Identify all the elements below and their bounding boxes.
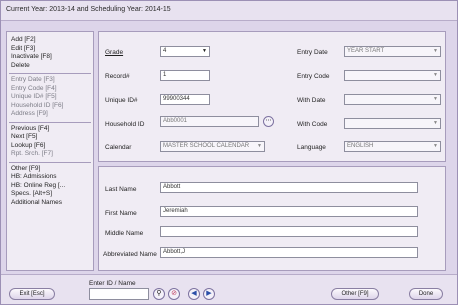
other-button[interactable]: Other [F9] bbox=[331, 288, 379, 300]
clear-search-icon[interactable]: ⊘ bbox=[168, 288, 180, 300]
chevron-down-icon: ▼ bbox=[433, 72, 438, 78]
sidebar-item-next[interactable]: Next [F5] bbox=[9, 133, 91, 142]
chevron-down-icon: ▼ bbox=[433, 143, 438, 149]
sidebar-item-add[interactable]: Add [F2] bbox=[9, 36, 91, 45]
exit-button[interactable]: Exit [Esc] bbox=[9, 288, 55, 300]
sidebar-item-hb-admissions[interactable]: HB: Admissions bbox=[9, 173, 91, 182]
entry-date-select[interactable]: YEAR START ▼ bbox=[344, 46, 441, 57]
record-label: Record# bbox=[105, 73, 130, 80]
window-footer: Exit [Esc] Enter ID / Name ⚲ ⊘ ◀ ▶ Other… bbox=[1, 274, 457, 304]
names-panel: Last Name Abbott First Name Jeremiah Mid… bbox=[98, 166, 446, 271]
middle-name-label: Middle Name bbox=[105, 230, 144, 237]
unique-id-label: Unique ID# bbox=[105, 97, 138, 104]
record-field[interactable]: 1 bbox=[160, 70, 210, 81]
chevron-down-icon: ▼ bbox=[202, 48, 207, 54]
sidebar-item-other[interactable]: Other [F9] bbox=[9, 165, 91, 174]
household-id-field[interactable]: Abb0001 bbox=[160, 116, 259, 127]
action-sidebar: Add [F2] Edit [F3] Inactivate [F8] Delet… bbox=[6, 31, 94, 271]
sidebar-item-lookup[interactable]: Lookup [F6] bbox=[9, 142, 91, 151]
sidebar-item-rpt-search: Rpt. Srch. [F7] bbox=[11, 150, 53, 157]
sidebar-item-household-id: Household ID [F6] bbox=[11, 101, 64, 109]
sidebar-item-inactivate[interactable]: Inactivate [F8] bbox=[9, 53, 91, 62]
calendar-label: Calendar bbox=[105, 144, 132, 151]
first-name-field[interactable]: Jeremiah bbox=[160, 206, 418, 217]
more-options-icon[interactable]: ⋯ bbox=[263, 116, 274, 127]
entry-date-label: Entry Date bbox=[297, 49, 328, 56]
enrollment-panel: Grade 4 ▼ Record# 1 Unique ID# 99900344 … bbox=[98, 31, 446, 162]
year-status-text: Current Year: 2013-14 and Scheduling Yea… bbox=[6, 6, 171, 13]
sidebar-item-additional-names[interactable]: Additional Names bbox=[9, 199, 91, 208]
grade-select[interactable]: 4 ▼ bbox=[160, 46, 210, 57]
language-label: Language bbox=[297, 144, 326, 151]
previous-record-icon[interactable]: ◀ bbox=[188, 288, 200, 300]
sidebar-group-navigation: Previous [F4] Next [F5] Lookup [F6] Rpt.… bbox=[9, 123, 91, 163]
window-header: Current Year: 2013-14 and Scheduling Yea… bbox=[1, 1, 457, 21]
language-select[interactable]: ENGLISH ▼ bbox=[344, 141, 441, 152]
sidebar-item-specs[interactable]: Specs. [Alt+S] bbox=[9, 190, 91, 199]
enter-id-label: Enter ID / Name bbox=[89, 280, 136, 287]
sidebar-item-edit[interactable]: Edit [F3] bbox=[9, 45, 91, 54]
with-date-select[interactable]: ▼ bbox=[344, 94, 441, 105]
unique-id-field[interactable]: 99900344 bbox=[160, 94, 210, 105]
grade-label: Grade bbox=[105, 49, 124, 56]
abbreviated-name-field[interactable]: Abbott,J bbox=[160, 247, 418, 258]
middle-name-field[interactable] bbox=[160, 226, 418, 237]
sidebar-group-other: Other [F9] HB: Admissions HB: Online Reg… bbox=[9, 163, 91, 211]
household-id-label: Household ID bbox=[105, 121, 145, 128]
sidebar-group-record-actions: Add [F2] Edit [F3] Inactivate [F8] Delet… bbox=[9, 34, 91, 74]
sidebar-item-entry-date: Entry Date [F3] bbox=[11, 76, 55, 83]
sidebar-group-field-actions: Entry Date [F3] Entry Code [F4] Unique I… bbox=[9, 74, 91, 123]
calendar-select[interactable]: MASTER SCHOOL CALENDAR ▼ bbox=[160, 141, 265, 152]
last-name-field[interactable]: Abbott bbox=[160, 182, 418, 193]
sidebar-item-unique-id: Unique ID# [F5] bbox=[11, 93, 57, 100]
done-button[interactable]: Done bbox=[409, 288, 443, 300]
abbreviated-name-label: Abbreviated Name bbox=[103, 251, 157, 258]
with-code-label: With Code bbox=[297, 121, 328, 128]
sidebar-item-previous[interactable]: Previous [F4] bbox=[9, 125, 91, 134]
first-name-label: First Name bbox=[105, 210, 137, 217]
entry-code-select[interactable]: ▼ bbox=[344, 70, 441, 81]
chevron-down-icon: ▼ bbox=[257, 143, 262, 149]
search-icon[interactable]: ⚲ bbox=[153, 288, 165, 300]
chevron-down-icon: ▼ bbox=[433, 120, 438, 126]
entry-code-label: Entry Code bbox=[297, 73, 330, 80]
last-name-label: Last Name bbox=[105, 186, 137, 193]
with-code-select[interactable]: ▼ bbox=[344, 118, 441, 129]
sidebar-item-address: Address [F9] bbox=[11, 110, 48, 117]
chevron-down-icon: ▼ bbox=[433, 48, 438, 54]
next-record-icon[interactable]: ▶ bbox=[203, 288, 215, 300]
chevron-down-icon: ▼ bbox=[433, 96, 438, 102]
student-entry-window: Current Year: 2013-14 and Scheduling Yea… bbox=[0, 0, 458, 305]
sidebar-item-delete[interactable]: Delete bbox=[9, 62, 91, 71]
sidebar-item-entry-code: Entry Code [F4] bbox=[11, 84, 57, 92]
enter-id-input[interactable] bbox=[89, 288, 149, 300]
with-date-label: With Date bbox=[297, 97, 326, 104]
sidebar-item-hb-online-reg[interactable]: HB: Online Reg [... bbox=[9, 182, 91, 191]
